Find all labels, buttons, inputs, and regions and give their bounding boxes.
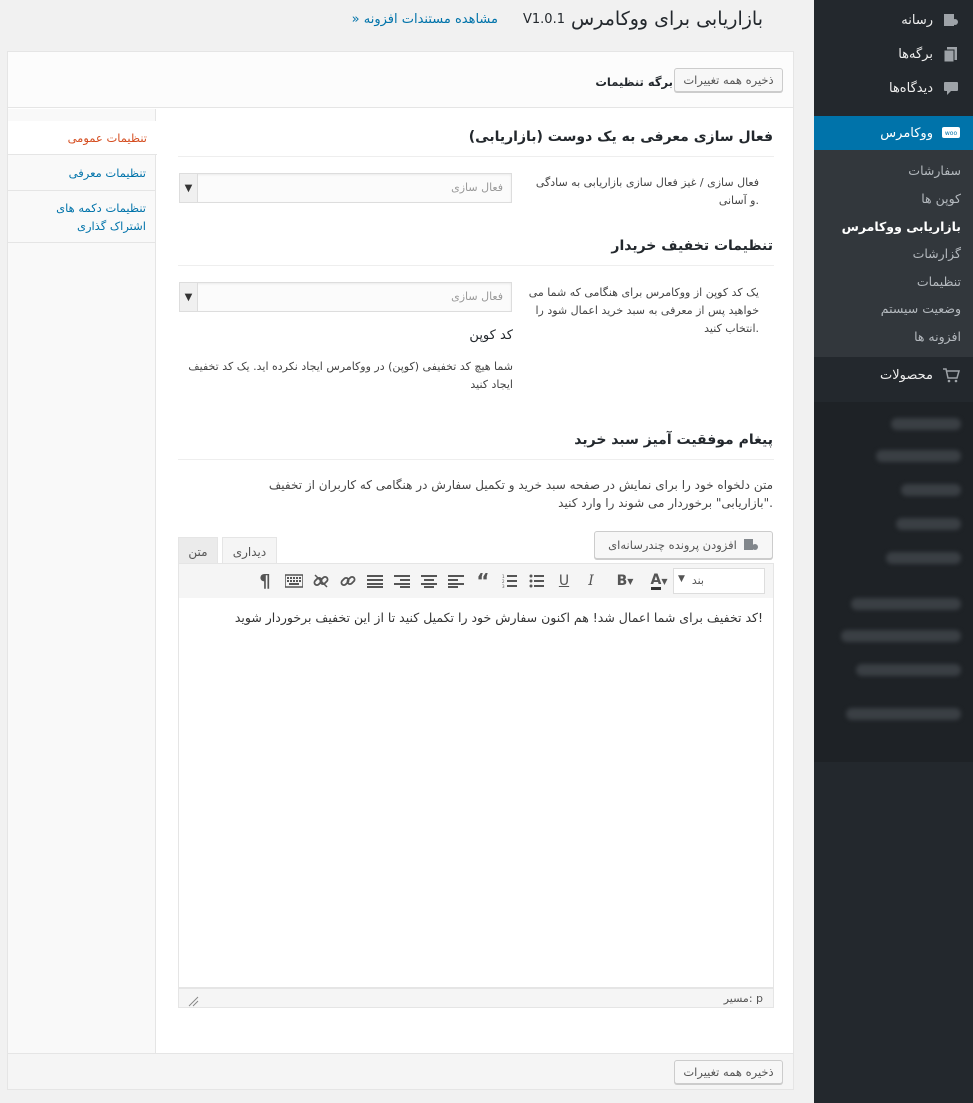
add-media-label: افزودن پرونده چندرسانه‌ای — [608, 538, 737, 552]
comments-icon — [941, 78, 961, 98]
chevron-down-icon: ▼ — [678, 574, 685, 584]
blurred-item — [876, 450, 961, 462]
page-label: برگه تنظیمات — [595, 75, 673, 89]
submenu-system-status[interactable]: وضعیت سیستم — [881, 301, 961, 316]
woo-icon: woo — [941, 123, 961, 143]
unlink-icon[interactable] — [311, 571, 331, 591]
link-icon[interactable] — [338, 571, 358, 591]
nav-share-buttons-settings[interactable]: تنظیمات دکمه های اشتراک گذاری — [8, 191, 156, 243]
editor-toolbar: بند ▼ A ▼ B ▼ I U 123 “ ¶ — [178, 563, 774, 599]
submenu-coupons[interactable]: کوپن ها — [921, 191, 961, 206]
activate-description: فعال سازی / غیز فعال سازی بازاریابی به س… — [535, 176, 759, 207]
blurred-item — [901, 484, 961, 496]
editor-content-area[interactable]: کد تخفیف برای شما اعمال شد! هم اکنون سفا… — [178, 598, 774, 988]
menu-item-label: دیدگاه‌ها — [888, 80, 933, 96]
admin-menu: رسانه برگه‌ها دیدگاه‌ها ووکامرس woo سفار… — [805, 0, 973, 1103]
menu-item-label: برگه‌ها — [898, 46, 933, 62]
menu-item-label: ووکامرس — [880, 125, 933, 141]
save-all-button-top[interactable]: ذخیره همه تغییرات — [674, 68, 783, 92]
blurred-item — [886, 552, 961, 564]
divider — [178, 156, 774, 157]
underline-icon[interactable]: U — [554, 571, 574, 591]
align-left-icon[interactable] — [446, 571, 466, 591]
format-select-value: بند — [691, 574, 704, 587]
blurred-item — [841, 630, 961, 642]
submenu-addons[interactable]: افزونه ها — [914, 329, 961, 344]
menu-item-comments[interactable]: دیدگاه‌ها — [814, 71, 973, 105]
active-menu-pointer — [805, 124, 814, 142]
discount-description: یک کد کوپن از ووکامرس برای هنگامی که شما… — [528, 286, 759, 335]
nav-general-settings[interactable]: تنظیمات عمومی — [8, 121, 157, 155]
bullet-list-icon[interactable] — [527, 571, 547, 591]
menu-item-woocommerce[interactable]: ووکامرس woo — [814, 116, 973, 150]
menu-item-label: رسانه — [901, 12, 933, 28]
italic-icon[interactable]: I — [581, 571, 601, 591]
woocommerce-submenu: سفارشات کوپن ها بازاریابی ووکامرس گزارشا… — [814, 150, 973, 357]
divider — [178, 459, 774, 460]
blurred-menu-area — [814, 402, 973, 762]
blurred-item — [891, 418, 961, 430]
align-center-icon[interactable] — [419, 571, 439, 591]
chevron-down-icon: ▼ — [180, 174, 198, 202]
coupon-note: شما هیچ کد تخفیفی (کوپن) در ووکامرس ایجا… — [188, 360, 513, 391]
submenu-orders[interactable]: سفارشات — [908, 163, 961, 178]
submenu-marketing[interactable]: بازاریابی ووکامرس — [842, 219, 961, 234]
svg-text:3: 3 — [502, 584, 505, 588]
blurred-item — [851, 598, 961, 610]
panel-header: ذخیره همه تغییرات برگه تنظیمات — [8, 52, 793, 108]
text-color-icon[interactable]: A ▼ — [649, 571, 669, 591]
coupon-label: کد کوپن — [469, 328, 513, 343]
settings-nav: تنظیمات عمومی تنظیمات معرفی تنظیمات دکمه… — [8, 109, 157, 1053]
add-media-button[interactable]: افزودن پرونده چندرسانه‌ای — [594, 531, 773, 559]
blurred-item — [846, 708, 961, 720]
docs-link[interactable]: » مشاهده مستندات افزونه — [352, 12, 498, 27]
format-select[interactable]: بند ▼ — [673, 568, 765, 594]
svg-text:woo: woo — [945, 130, 958, 137]
panel-footer: ذخیره همه تغییرات — [8, 1053, 793, 1089]
menu-item-media[interactable]: رسانه — [814, 3, 973, 37]
plugin-version: V1.0.1 — [523, 12, 565, 27]
nav-referral-settings[interactable]: تنظیمات معرفی — [8, 155, 156, 191]
select-value: فعال سازی — [451, 290, 503, 303]
menu-item-label: محصولات — [880, 367, 933, 383]
blurred-item — [856, 664, 961, 676]
numbered-list-icon[interactable]: 123 — [500, 571, 520, 591]
section-title-activate: فعال سازی معرفی به یک دوست (بازاریابی) — [468, 129, 773, 145]
page-title: بازاریابی برای ووکامرس — [571, 8, 763, 30]
success-description: متن دلخواه خود را برای نمایش در صفحه سبد… — [268, 478, 773, 510]
editor-path: مسیر: p — [723, 992, 763, 1005]
select-value: فعال سازی — [451, 181, 503, 194]
cart-icon — [941, 365, 961, 385]
editor-text: کد تخفیف برای شما اعمال شد! هم اکنون سفا… — [234, 610, 763, 625]
toolbar-toggle-icon[interactable] — [284, 571, 304, 591]
submenu-settings[interactable]: تنظیمات — [917, 274, 961, 289]
discount-select[interactable]: فعال سازی ▼ — [179, 282, 512, 312]
blockquote-icon[interactable]: “ — [473, 569, 493, 593]
activate-select[interactable]: فعال سازی ▼ — [179, 173, 512, 203]
chevron-down-icon: ▼ — [180, 283, 198, 311]
submenu-reports[interactable]: گزارشات — [913, 246, 961, 261]
menu-item-pages[interactable]: برگه‌ها — [814, 37, 973, 71]
settings-panel: ذخیره همه تغییرات برگه تنظیمات تنظیمات ع… — [7, 51, 794, 1090]
menu-item-products[interactable]: محصولات — [814, 358, 973, 392]
align-justify-icon[interactable] — [365, 571, 385, 591]
section-title-success: پیغام موفقیت آمیز سبد خرید — [574, 432, 773, 448]
blurred-item — [896, 518, 961, 530]
add-media-icon — [743, 537, 759, 553]
media-icon — [941, 10, 961, 30]
save-all-button-bottom[interactable]: ذخیره همه تغییرات — [674, 1060, 783, 1084]
pages-icon — [941, 44, 961, 64]
bold-icon[interactable]: B ▼ — [615, 571, 635, 591]
editor-statusbar: مسیر: p — [178, 988, 774, 1008]
section-title-discount: تنظیمات تخفیف خریدار — [611, 238, 773, 254]
divider — [178, 265, 774, 266]
align-right-icon[interactable] — [392, 571, 412, 591]
resize-handle-icon[interactable] — [187, 995, 199, 1010]
paragraph-direction-icon[interactable]: ¶ — [255, 571, 275, 592]
